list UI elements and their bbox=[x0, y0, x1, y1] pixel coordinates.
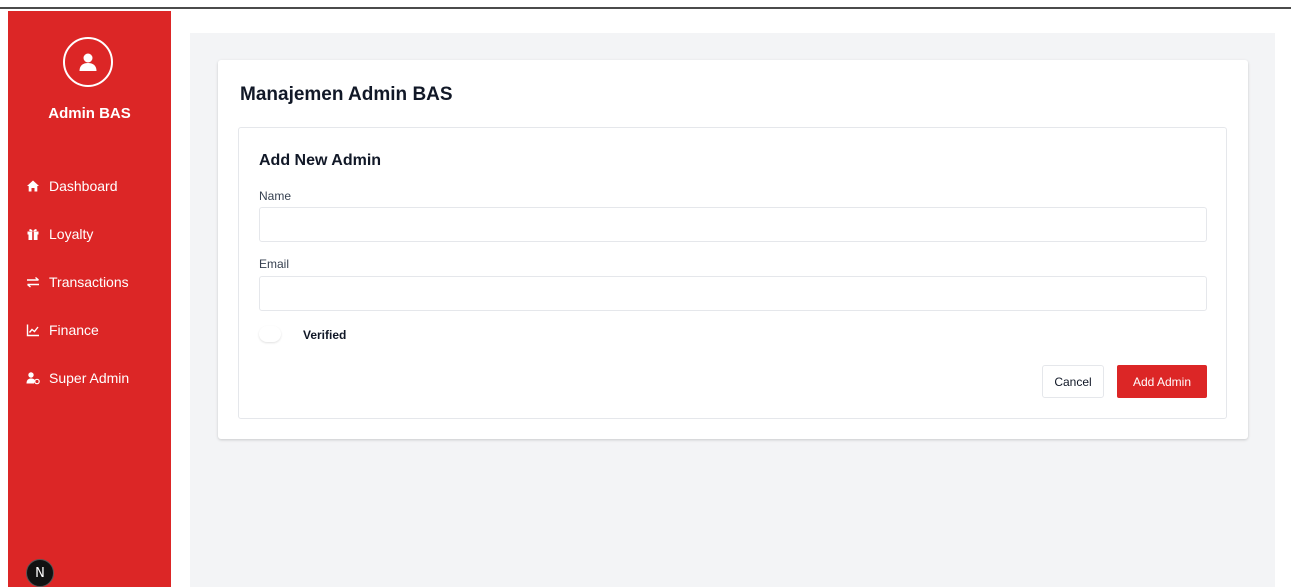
brand-name: Admin BAS bbox=[48, 105, 131, 122]
user-gear-icon bbox=[26, 371, 40, 385]
chart-line-icon bbox=[26, 323, 40, 337]
add-admin-form: Add New Admin Name Email Verified Cancel… bbox=[238, 127, 1227, 419]
sidebar-item-label: Super Admin bbox=[49, 370, 130, 386]
name-input[interactable] bbox=[259, 207, 1207, 242]
cancel-button[interactable]: Cancel bbox=[1042, 365, 1104, 398]
verified-label: Verified bbox=[303, 328, 347, 342]
sidebar-item-loyalty[interactable]: Loyalty bbox=[8, 210, 171, 258]
email-input[interactable] bbox=[259, 276, 1207, 311]
sidebar-item-super-admin[interactable]: Super Admin bbox=[8, 354, 171, 402]
sidebar: Admin BAS Dashboard Loyalty Transactions… bbox=[8, 11, 171, 587]
sidebar-item-finance[interactable]: Finance bbox=[8, 306, 171, 354]
email-label: Email bbox=[259, 257, 290, 271]
name-label: Name bbox=[259, 189, 292, 203]
dev-tools-badge[interactable]: N bbox=[26, 559, 54, 587]
verified-toggle[interactable] bbox=[259, 326, 281, 342]
page-title: Manajemen Admin BAS bbox=[240, 84, 453, 105]
sidebar-item-label: Dashboard bbox=[49, 178, 118, 194]
form-title: Add New Admin bbox=[259, 152, 382, 169]
add-admin-button[interactable]: Add Admin bbox=[1117, 365, 1207, 398]
sidebar-nav: Dashboard Loyalty Transactions Finance S… bbox=[8, 162, 171, 402]
user-icon bbox=[79, 53, 97, 71]
user-avatar-icon[interactable] bbox=[63, 37, 113, 87]
window-top-border bbox=[0, 0, 1291, 9]
admin-management-card: Manajemen Admin BAS Add New Admin Name E… bbox=[218, 60, 1248, 439]
sidebar-item-dashboard[interactable]: Dashboard bbox=[8, 162, 171, 210]
home-icon bbox=[26, 179, 40, 193]
gift-icon bbox=[26, 227, 40, 241]
sidebar-item-label: Transactions bbox=[49, 274, 129, 290]
exchange-icon bbox=[26, 275, 40, 289]
sidebar-item-label: Finance bbox=[49, 322, 99, 338]
sidebar-item-label: Loyalty bbox=[49, 226, 94, 242]
sidebar-item-transactions[interactable]: Transactions bbox=[8, 258, 171, 306]
